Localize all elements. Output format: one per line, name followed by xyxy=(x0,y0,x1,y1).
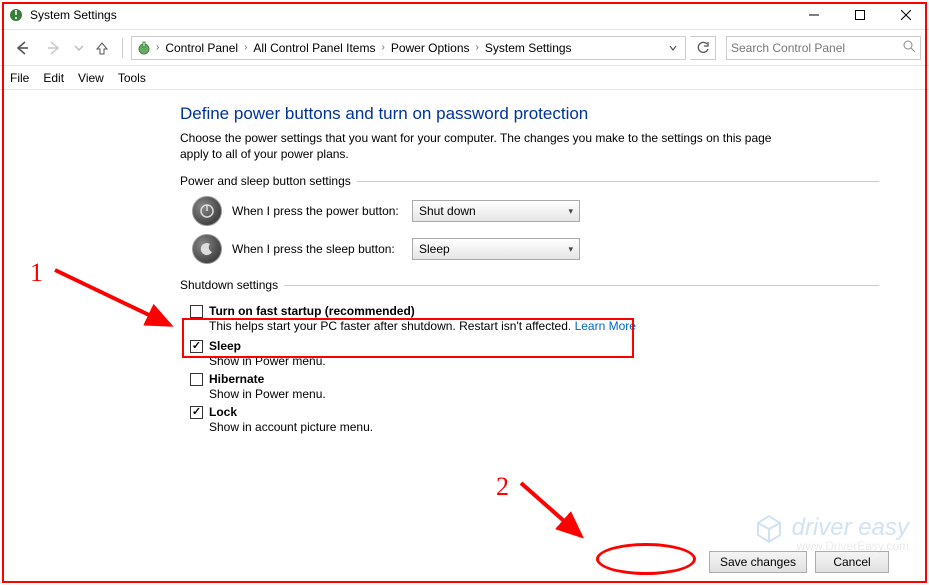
save-changes-button[interactable]: Save changes xyxy=(709,551,807,573)
hibernate-label: Hibernate xyxy=(209,372,264,386)
sleep-icon xyxy=(192,234,222,264)
hibernate-option: Hibernate Show in Power menu. xyxy=(190,372,879,401)
annotation-arrow-2 xyxy=(516,478,596,548)
fast-startup-checkbox[interactable] xyxy=(190,305,203,318)
power-button-row: When I press the power button: Shut down… xyxy=(192,196,879,226)
lock-label: Lock xyxy=(209,405,237,419)
cancel-button[interactable]: Cancel xyxy=(815,551,889,573)
chevron-down-icon: ▾ xyxy=(568,206,573,217)
sleep-button-dropdown[interactable]: Sleep ▾ xyxy=(412,238,580,260)
annotation-number-1: 1 xyxy=(30,258,43,288)
section-shutdown-header: Shutdown settings xyxy=(180,278,879,292)
hibernate-checkbox[interactable] xyxy=(190,373,203,386)
watermark: driver easy www.DriverEasy.com xyxy=(752,511,909,545)
lock-description: Show in account picture menu. xyxy=(209,419,879,434)
power-icon xyxy=(192,196,222,226)
annotation-highlight-fast-startup xyxy=(182,318,634,358)
sleep-button-label: When I press the sleep button: xyxy=(232,242,412,256)
hibernate-description: Show in Power menu. xyxy=(209,386,879,401)
power-button-label: When I press the power button: xyxy=(232,204,412,218)
page-description: Choose the power settings that you want … xyxy=(180,130,790,162)
section-power-sleep-header: Power and sleep button settings xyxy=(180,174,879,188)
page-title: Define power buttons and turn on passwor… xyxy=(180,104,879,124)
fast-startup-label: Turn on fast startup (recommended) xyxy=(209,304,415,318)
annotation-number-2: 2 xyxy=(496,472,509,502)
footer-button-bar: Save changes Cancel xyxy=(709,551,889,573)
power-button-dropdown[interactable]: Shut down ▾ xyxy=(412,200,580,222)
sleep-button-row: When I press the sleep button: Sleep ▾ xyxy=(192,234,879,264)
chevron-down-icon: ▾ xyxy=(568,244,573,255)
lock-option: Lock Show in account picture menu. xyxy=(190,405,879,434)
lock-checkbox[interactable] xyxy=(190,406,203,419)
content-area: Define power buttons and turn on passwor… xyxy=(180,96,879,436)
annotation-highlight-save xyxy=(596,543,696,575)
annotation-arrow-1 xyxy=(50,260,185,340)
